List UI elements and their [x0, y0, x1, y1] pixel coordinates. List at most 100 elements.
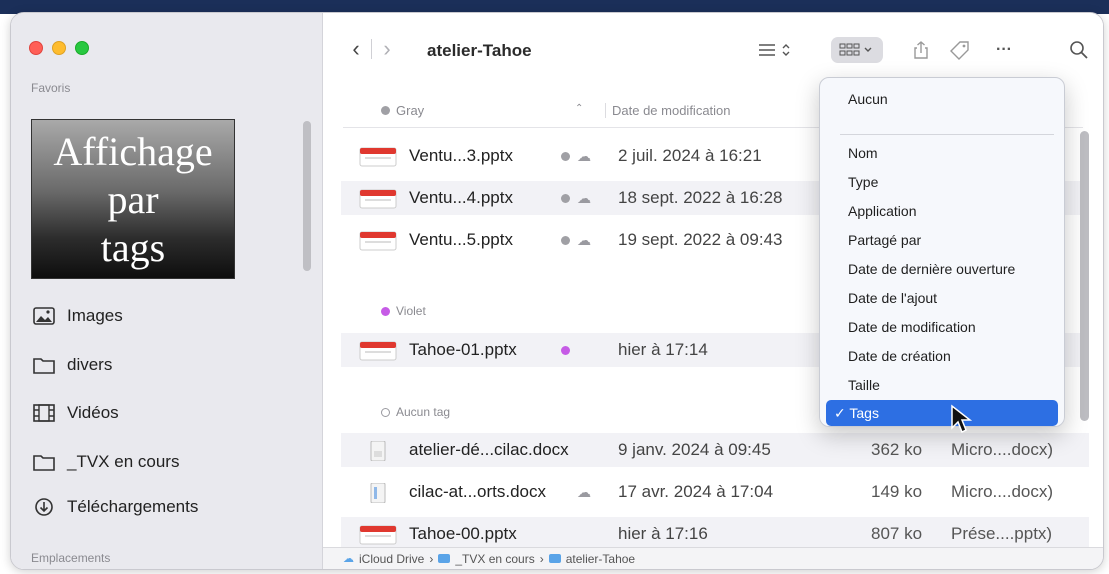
path-item-atelier[interactable]: atelier-Tahoe	[566, 552, 635, 566]
close-button[interactable]	[29, 41, 43, 55]
column-header-group[interactable]: Gray	[381, 103, 424, 118]
menu-item-taille[interactable]: Taille	[826, 372, 1058, 398]
menu-item-aucun[interactable]: Aucun	[826, 86, 1058, 112]
minimize-button[interactable]	[52, 41, 66, 55]
gray-tag-dot	[381, 106, 390, 115]
sidebar-item-label: Images	[67, 306, 123, 325]
path-separator: ›	[539, 551, 544, 566]
file-date: 2 juil. 2024 à 16:21	[618, 146, 762, 165]
file-kind: Micro....docx)	[951, 440, 1054, 459]
window-controls	[29, 41, 89, 55]
path-separator: ›	[429, 551, 434, 566]
column-header-date[interactable]: Date de modification	[605, 103, 731, 118]
pptx-file-icon	[359, 231, 397, 251]
menu-item-partage-par[interactable]: Partagé par	[826, 227, 1058, 253]
group-by-menu: Aucun Nom Type Application Partagé par D…	[819, 77, 1065, 427]
share-button[interactable]	[907, 37, 935, 63]
more-button[interactable]: ···	[989, 37, 1019, 63]
tag-button[interactable]	[945, 37, 975, 63]
file-date: 19 sept. 2022 à 09:43	[618, 230, 783, 249]
locations-section-label: Emplacements	[31, 551, 111, 565]
file-kind: Micro....docx)	[951, 482, 1054, 501]
search-button[interactable]	[1065, 37, 1093, 63]
table-row[interactable]: cilac-at...orts.docx ☁ 17 avr. 2024 à 17…	[341, 475, 1089, 509]
zoom-button[interactable]	[75, 41, 89, 55]
menu-item-date-modification[interactable]: Date de modification	[826, 314, 1058, 340]
violet-tag-dot	[561, 345, 570, 355]
file-name: Tahoe-01.pptx	[409, 340, 517, 359]
sidebar-item-tvx-en-cours[interactable]: _TVX en cours	[33, 449, 179, 475]
pptx-file-icon	[359, 525, 397, 545]
back-button[interactable]: ‹	[341, 35, 371, 63]
forward-button[interactable]: ›	[372, 35, 402, 63]
sidebar: Favoris Affichage par tags Images divers…	[11, 13, 323, 569]
group-label: Violet	[396, 304, 426, 318]
sidebar-item-videos[interactable]: Vidéos	[33, 400, 119, 426]
gray-tag-dot	[561, 235, 570, 245]
photo-icon	[33, 307, 55, 325]
table-row[interactable]: atelier-dé...cilac.docx 9 janv. 2024 à 0…	[341, 433, 1089, 467]
pptx-file-icon	[359, 189, 397, 209]
path-bar: ☁ iCloud Drive › _TVX en cours › atelier…	[323, 547, 1103, 569]
cloud-download-icon[interactable]: ☁	[577, 232, 591, 249]
content-scrollbar[interactable]	[1080, 131, 1089, 421]
docx-file-icon	[370, 441, 386, 461]
cloud-download-icon[interactable]: ☁	[577, 484, 591, 501]
sidebar-item-label: Téléchargements	[67, 497, 199, 516]
gray-tag-dot	[561, 151, 570, 161]
view-options-button[interactable]	[751, 37, 801, 63]
pptx-file-icon	[359, 147, 397, 167]
file-date: hier à 17:14	[618, 340, 708, 359]
sidebar-item-images[interactable]: Images	[33, 303, 123, 329]
cloud-download-icon[interactable]: ☁	[577, 148, 591, 165]
finder-window: Favoris Affichage par tags Images divers…	[10, 12, 1104, 570]
folder-icon	[548, 554, 561, 563]
list-view-icon	[759, 44, 790, 56]
file-size: 807 ko	[871, 524, 923, 543]
menu-item-date-ajout[interactable]: Date de l'ajout	[826, 285, 1058, 311]
column-header-label: Gray	[396, 103, 425, 118]
pptx-file-icon	[359, 341, 397, 361]
path-item-icloud[interactable]: iCloud Drive	[359, 552, 424, 566]
sidebar-item-label: Vidéos	[67, 403, 119, 422]
file-name: cilac-at...orts.docx	[409, 482, 546, 501]
sidebar-item-label: divers	[67, 355, 113, 374]
favorites-section-label: Favoris	[31, 81, 71, 95]
folder-icon	[438, 554, 451, 563]
cloud-download-icon[interactable]: ☁	[577, 190, 591, 207]
table-row[interactable]: Tahoe-00.pptx hier à 17:16 807 ko Prése.…	[341, 517, 1089, 551]
menu-item-nom[interactable]: Nom	[826, 140, 1058, 166]
menu-item-date-creation[interactable]: Date de création	[826, 343, 1058, 369]
file-name: atelier-dé...cilac.docx	[409, 440, 569, 459]
tag-icon	[950, 41, 969, 60]
file-date: 18 sept. 2022 à 16:28	[618, 188, 783, 207]
file-name: Ventu...3.pptx	[409, 146, 513, 165]
menu-item-date-derniere-ouverture[interactable]: Date de dernière ouverture	[826, 256, 1058, 282]
menu-item-application[interactable]: Application	[826, 198, 1058, 224]
group-by-icon	[839, 43, 872, 56]
icloud-icon: ☁	[343, 553, 354, 565]
group-by-button[interactable]	[831, 37, 883, 63]
share-icon	[914, 41, 928, 59]
mouse-pointer-icon	[951, 404, 972, 434]
docx-file-icon	[370, 483, 386, 503]
toolbar: ‹ › atelier-Tahoe ···	[323, 13, 1103, 81]
gray-tag-dot	[561, 193, 570, 203]
folder-icon	[33, 455, 55, 471]
overlay-line: tags	[100, 225, 166, 270]
search-icon	[1070, 41, 1088, 59]
download-icon	[35, 498, 53, 516]
menu-item-type[interactable]: Type	[826, 169, 1058, 195]
sort-ascending-icon: ⌃	[575, 103, 584, 114]
sidebar-item-telechargements[interactable]: Téléchargements	[33, 494, 198, 520]
menu-item-tags[interactable]: ✓ Tags	[826, 400, 1058, 426]
file-name: Tahoe-00.pptx	[409, 524, 517, 543]
window-title: atelier-Tahoe	[427, 41, 532, 60]
sidebar-item-label: _TVX en cours	[67, 452, 180, 471]
empty-tag-dot	[381, 407, 390, 417]
path-item-tvx[interactable]: _TVX en cours	[455, 552, 534, 566]
sidebar-scrollbar[interactable]	[303, 121, 311, 271]
sidebar-item-divers[interactable]: divers	[33, 352, 112, 378]
group-label: Aucun tag	[396, 405, 451, 419]
menu-item-label: Tags	[849, 405, 879, 421]
